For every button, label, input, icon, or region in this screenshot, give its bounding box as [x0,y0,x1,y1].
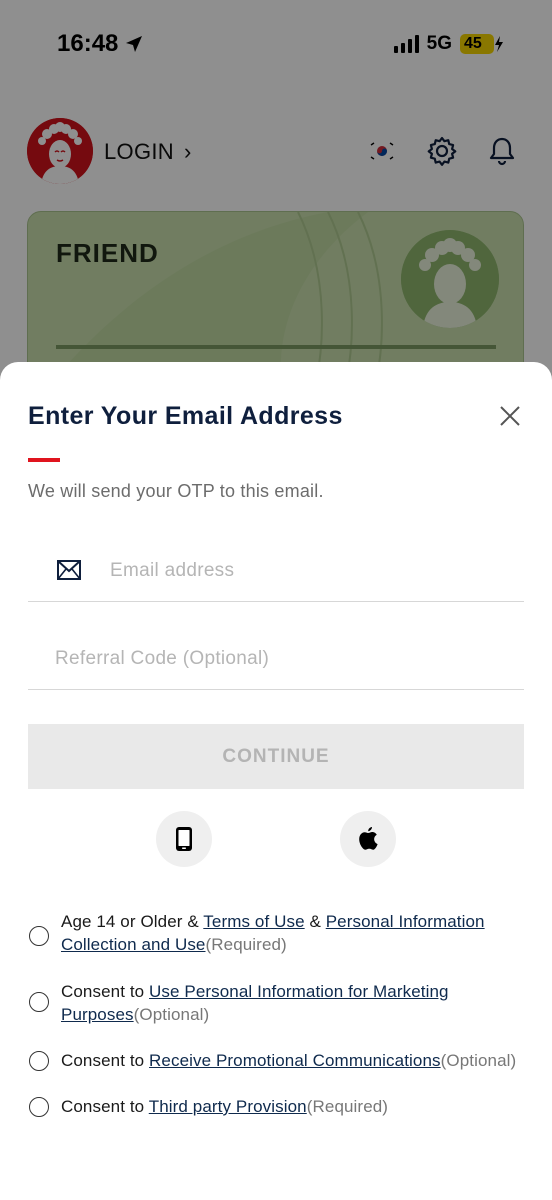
consent-item-promotional: Consent to Receive Promotional Communica… [28,1049,528,1072]
apple-login-button[interactable] [340,811,396,867]
email-field [28,540,524,602]
consent-optional-label: (Optional) [440,1051,517,1070]
consent-radio-marketing[interactable] [29,992,49,1012]
terms-of-use-link[interactable]: Terms of Use [203,912,304,931]
consent-radio-terms[interactable] [29,926,49,946]
consent-radio-third-party[interactable] [29,1097,49,1117]
continue-button[interactable]: CONTINUE [28,724,524,789]
third-party-provision-link[interactable]: Third party Provision [149,1097,307,1116]
apple-icon [359,827,378,850]
consent-item-terms: Age 14 or Older & Terms of Use & Persona… [28,910,528,956]
title-accent-bar [28,458,60,462]
consent-item-third-party: Consent to Third party Provision(Require… [28,1095,528,1118]
consent-text-marketing: Consent to Use Personal Information for … [61,980,528,1026]
consent-item-marketing: Consent to Use Personal Information for … [28,980,528,1026]
consent-prefix: Consent to [61,982,150,1001]
consent-mid: & [304,912,326,931]
phone-icon [176,827,192,851]
mail-icon [57,560,81,580]
consent-optional-label: (Optional) [133,1005,210,1024]
consent-required-label: (Required) [306,1097,389,1116]
consent-text-third-party: Consent to Third party Provision(Require… [61,1095,388,1118]
promotional-communications-link[interactable]: Receive Promotional Communications [149,1051,441,1070]
consent-prefix: Consent to [61,1051,150,1070]
email-input[interactable] [110,540,520,601]
consent-prefix: Age 14 or Older & [61,912,204,931]
close-icon [500,406,520,426]
close-button[interactable] [496,402,524,430]
consent-prefix: Consent to [61,1097,149,1116]
referral-code-input[interactable] [55,628,520,689]
consent-required-label: (Required) [205,935,287,954]
sheet-title: Enter Your Email Address [28,402,343,430]
sheet-subtitle: We will send your OTP to this email. [28,481,324,501]
consent-radio-promotional[interactable] [29,1051,49,1071]
phone-login-button[interactable] [156,811,212,867]
consent-text-terms: Age 14 or Older & Terms of Use & Persona… [61,910,528,956]
email-login-sheet: Enter Your Email Address We will send yo… [0,362,552,1200]
referral-field [28,628,524,690]
consent-text-promotional: Consent to Receive Promotional Communica… [61,1049,516,1072]
